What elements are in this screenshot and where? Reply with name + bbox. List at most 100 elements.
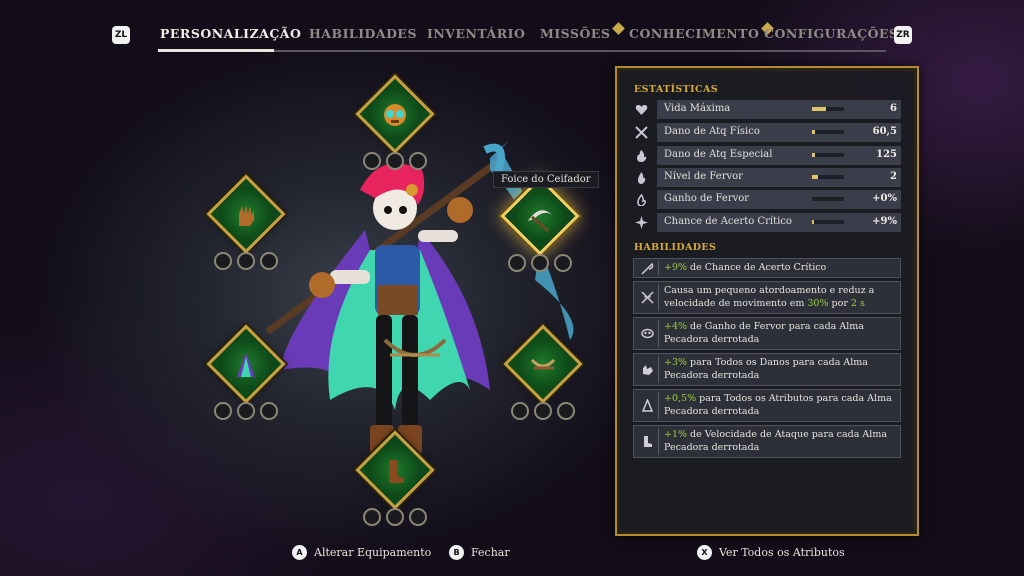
gem-sockets bbox=[511, 402, 575, 422]
gem-socket[interactable] bbox=[260, 402, 278, 420]
prompt-change-equipment[interactable]: A Alterar Equipamento bbox=[292, 545, 431, 560]
tab-label: MISSÕES bbox=[540, 26, 611, 41]
divider bbox=[658, 320, 659, 347]
fervor-icon bbox=[634, 170, 649, 185]
gem-socket[interactable] bbox=[237, 402, 255, 420]
attributes-panel: ESTATÍSTICAS Vida Máxima 6 Dano de Atq F… bbox=[615, 66, 919, 536]
boot-small-icon bbox=[638, 426, 656, 457]
ability-row[interactable]: +3% para Todos os Danos para cada Alma P… bbox=[633, 353, 901, 386]
ability-row[interactable]: +0,5% para Todos os Atributos para cada … bbox=[633, 389, 901, 422]
stat-value: +0% bbox=[872, 193, 897, 204]
prompt-close[interactable]: B Fechar bbox=[449, 545, 510, 560]
ability-description: por bbox=[828, 298, 851, 309]
gem-socket[interactable] bbox=[409, 152, 427, 170]
stat-meter bbox=[812, 130, 844, 134]
equipment-slot-gloves[interactable] bbox=[201, 174, 291, 270]
gem-socket[interactable] bbox=[363, 508, 381, 526]
x-button-icon: X bbox=[697, 545, 712, 560]
ability-highlight: +9% bbox=[664, 262, 688, 273]
equipment-slot-mask[interactable] bbox=[350, 74, 440, 170]
stat-row: Nível de Fervor 2 bbox=[633, 168, 903, 187]
prompt-label: Alterar Equipamento bbox=[314, 546, 432, 559]
ability-description: de Velocidade de Ataque para cada Alma P… bbox=[664, 429, 887, 453]
ability-row[interactable]: Causa um pequeno atordoamento e reduz a … bbox=[633, 281, 901, 314]
gem-socket[interactable] bbox=[214, 252, 232, 270]
prompt-label: Fechar bbox=[471, 546, 510, 559]
ability-highlight: +4% bbox=[664, 321, 688, 332]
gem-socket[interactable] bbox=[260, 252, 278, 270]
divider bbox=[658, 261, 659, 275]
glove-small-icon bbox=[638, 354, 656, 385]
tab-label: PERSONALIZAÇÃO bbox=[160, 26, 302, 41]
tab-missoes[interactable]: MISSÕES bbox=[540, 22, 626, 41]
stat-label: Ganho de Fervor bbox=[664, 193, 750, 204]
tab-personalizacao[interactable]: PERSONALIZAÇÃO bbox=[160, 26, 301, 41]
divider bbox=[658, 284, 659, 311]
tab-label: CONHECIMENTO bbox=[629, 26, 760, 41]
stun-icon bbox=[638, 282, 656, 313]
ability-highlight: +1% bbox=[664, 429, 688, 440]
ability-text: +9% de Chance de Acerto Crítico bbox=[664, 261, 896, 274]
tab-habilidades[interactable]: HABILIDADES bbox=[309, 26, 417, 41]
stat-meter bbox=[812, 220, 844, 224]
gem-socket[interactable] bbox=[386, 152, 404, 170]
crossed-swords-icon bbox=[634, 125, 649, 140]
gem-sockets bbox=[214, 402, 278, 422]
gem-socket[interactable] bbox=[511, 402, 529, 420]
ability-row[interactable]: +1% de Velocidade de Ataque para cada Al… bbox=[633, 425, 901, 458]
stat-value: 60,5 bbox=[872, 126, 897, 137]
gem-socket[interactable] bbox=[409, 508, 427, 526]
gem-socket[interactable] bbox=[531, 254, 549, 272]
equipment-slot-crossbow[interactable] bbox=[498, 324, 588, 420]
ability-description: de Chance de Acerto Crítico bbox=[687, 262, 827, 273]
gem-socket[interactable] bbox=[363, 152, 381, 170]
b-button-icon: B bbox=[449, 545, 464, 560]
heart-icon bbox=[634, 102, 649, 117]
stat-row: Vida Máxima 6 bbox=[633, 100, 903, 119]
item-tooltip: Foice do Ceifador bbox=[493, 171, 599, 188]
ability-row[interactable]: +4% de Ganho de Fervor para cada Alma Pe… bbox=[633, 317, 901, 350]
stat-value: 2 bbox=[890, 171, 897, 182]
gem-socket[interactable] bbox=[534, 402, 552, 420]
equipment-slot-weapon[interactable] bbox=[495, 176, 585, 272]
tab-inventario[interactable]: INVENTÁRIO bbox=[427, 26, 525, 41]
stat-value: +9% bbox=[872, 216, 897, 227]
stat-meter bbox=[812, 197, 844, 201]
divider bbox=[658, 428, 659, 455]
ability-text: +3% para Todos os Danos para cada Alma P… bbox=[664, 356, 896, 382]
boots-icon bbox=[378, 454, 412, 488]
mask-small-icon bbox=[638, 318, 656, 349]
stat-label: Dano de Atq Físico bbox=[664, 126, 760, 137]
tab-conhecimento[interactable]: CONHECIMENTO bbox=[629, 22, 775, 41]
scythe-small-icon bbox=[638, 259, 656, 277]
ability-text: +0,5% para Todos os Atributos para cada … bbox=[664, 392, 896, 418]
gem-socket[interactable] bbox=[554, 254, 572, 272]
prompt-view-all-attributes[interactable]: X Ver Todos os Atributos bbox=[697, 545, 845, 560]
ability-text: Causa um pequeno atordoamento e reduz a … bbox=[664, 284, 896, 310]
stat-meter-fill bbox=[812, 153, 816, 157]
tab-configuracoes[interactable]: CONFIGURAÇÕES bbox=[764, 26, 899, 41]
equipment-slot-boots[interactable] bbox=[350, 430, 440, 526]
zr-button[interactable]: ZR bbox=[894, 26, 912, 44]
stat-row: Dano de Atq Físico 60,5 bbox=[633, 123, 903, 142]
ability-text: +4% de Ganho de Fervor para cada Alma Pe… bbox=[664, 320, 896, 346]
glove-icon bbox=[229, 198, 263, 232]
gem-socket[interactable] bbox=[237, 252, 255, 270]
gem-socket[interactable] bbox=[557, 402, 575, 420]
a-button-icon: A bbox=[292, 545, 307, 560]
gem-socket[interactable] bbox=[508, 254, 526, 272]
gem-sockets bbox=[214, 252, 278, 272]
zl-button[interactable]: ZL bbox=[112, 26, 130, 44]
gem-socket[interactable] bbox=[386, 508, 404, 526]
gem-socket[interactable] bbox=[214, 402, 232, 420]
cloak-icon bbox=[229, 348, 263, 382]
equipment-slot-cloak[interactable] bbox=[201, 324, 291, 420]
stat-label: Vida Máxima bbox=[664, 103, 731, 114]
ability-highlight: +0,5% bbox=[664, 393, 697, 404]
mask-icon bbox=[378, 98, 412, 132]
burst-icon bbox=[634, 215, 649, 230]
divider bbox=[658, 392, 659, 419]
ability-row[interactable]: +9% de Chance de Acerto Crítico bbox=[633, 258, 901, 278]
stat-meter bbox=[812, 153, 844, 157]
stat-label: Dano de Atq Especial bbox=[664, 149, 773, 160]
